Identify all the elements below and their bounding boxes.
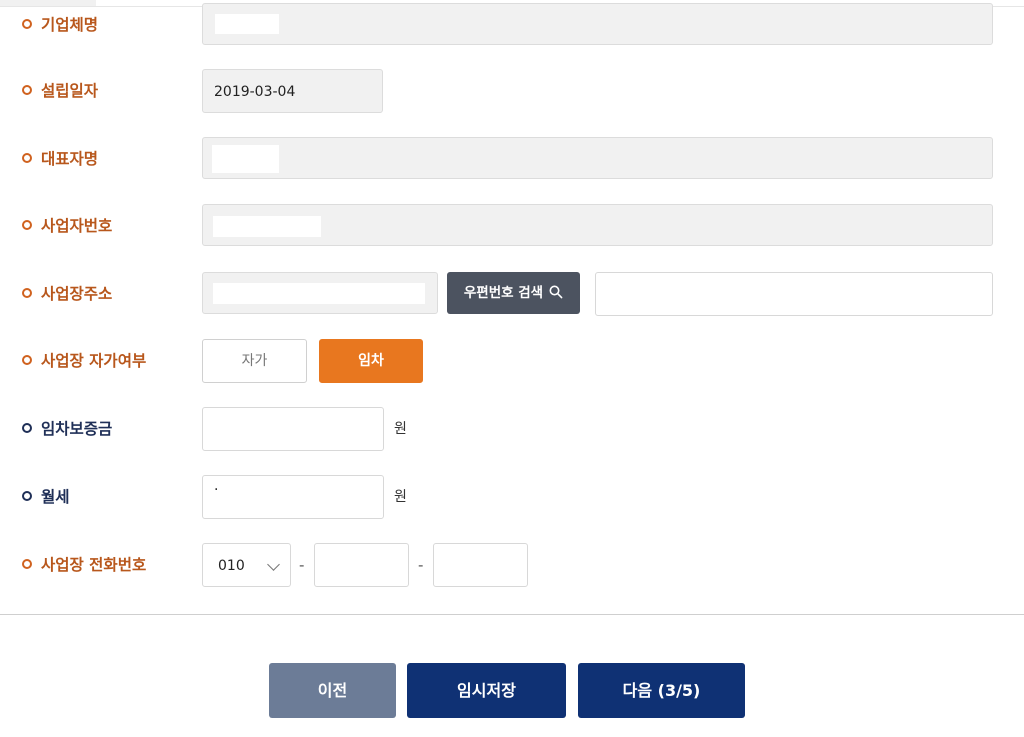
search-icon <box>549 285 563 299</box>
established-date-value: 2019-03-04 <box>214 84 296 100</box>
row-ceo-name: 대표자명 <box>0 137 1024 181</box>
business-address-label: 사업장주소 <box>22 272 112 316</box>
row-phone: 사업장 전화번호 010 - - <box>0 543 1024 587</box>
redacted-value <box>212 145 279 173</box>
address-detail-input[interactable] <box>595 272 993 316</box>
row-monthly-rent: 월세 · 원 <box>0 475 1024 519</box>
phone-middle-input[interactable] <box>314 543 409 587</box>
phone-separator: - <box>299 556 305 574</box>
monthly-rent-label: 월세 <box>22 475 70 519</box>
phone-label: 사업장 전화번호 <box>22 543 146 587</box>
monthly-rent-input[interactable]: · <box>202 475 384 519</box>
address-field[interactable] <box>202 272 438 314</box>
redacted-value <box>213 216 321 237</box>
row-established-date: 설립일자 2019-03-04 <box>0 69 1024 113</box>
ceo-name-label: 대표자명 <box>22 137 98 181</box>
company-name-field[interactable] <box>202 3 993 45</box>
bullet-icon <box>22 19 32 29</box>
lease-deposit-label: 임차보증금 <box>22 407 112 451</box>
phone-separator: - <box>418 556 424 574</box>
row-ownership: 사업장 자가여부 자가 임차 <box>0 339 1024 383</box>
bullet-icon <box>22 85 32 95</box>
bullet-icon <box>22 153 32 163</box>
prev-button[interactable]: 이전 <box>269 663 396 718</box>
next-button[interactable]: 다음 (3/5) <box>578 663 745 718</box>
section-divider <box>0 614 1024 615</box>
established-date-field[interactable]: 2019-03-04 <box>202 69 383 113</box>
bullet-icon <box>22 423 32 433</box>
business-number-label: 사업자번호 <box>22 204 112 248</box>
phone-last-input[interactable] <box>433 543 528 587</box>
monthly-rent-unit: 원 <box>394 489 407 505</box>
row-company-name: 기업체명 <box>0 3 1024 47</box>
row-business-number: 사업자번호 <box>0 204 1024 248</box>
ownership-label: 사업장 자가여부 <box>22 339 146 383</box>
ownership-option-lease[interactable]: 임차 <box>319 339 423 383</box>
row-business-address: 사업장주소 우편번호 검색 <box>0 272 1024 316</box>
bullet-icon <box>22 288 32 298</box>
ownership-option-own[interactable]: 자가 <box>202 339 307 383</box>
established-date-label: 설립일자 <box>22 69 98 113</box>
redacted-value <box>215 14 279 34</box>
phone-prefix-select[interactable]: 010 <box>202 543 291 587</box>
business-number-field[interactable] <box>202 204 993 246</box>
bullet-icon <box>22 355 32 365</box>
ceo-name-field[interactable] <box>202 137 993 179</box>
bullet-icon <box>22 220 32 230</box>
zipcode-search-button[interactable]: 우편번호 검색 <box>447 272 580 314</box>
chevron-down-icon <box>267 558 280 571</box>
row-lease-deposit: 임차보증금 원 <box>0 407 1024 451</box>
temp-save-button[interactable]: 임시저장 <box>407 663 566 718</box>
bullet-icon <box>22 491 32 501</box>
redacted-value <box>213 283 425 304</box>
lease-deposit-input[interactable] <box>202 407 384 451</box>
lease-deposit-unit: 원 <box>394 421 407 437</box>
company-name-label: 기업체명 <box>22 3 98 47</box>
bullet-icon <box>22 559 32 569</box>
